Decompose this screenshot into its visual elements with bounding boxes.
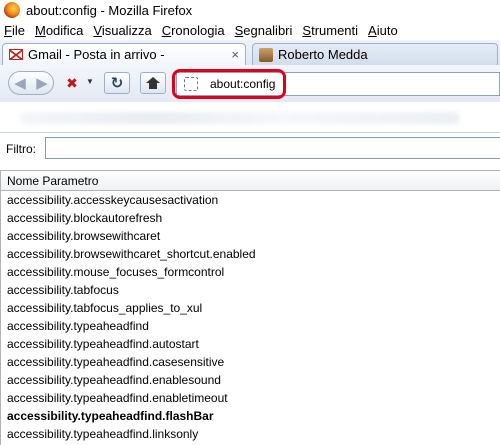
table-row[interactable]: accessibility.accesskeycausesactivation [1, 191, 500, 209]
menu-strumenti[interactable]: Strumenti [302, 23, 358, 38]
menu-modifica[interactable]: Modifica [35, 23, 83, 38]
table-row[interactable]: accessibility.typeaheadfind.enabletimeou… [1, 389, 500, 407]
table-row[interactable]: accessibility.tabfocus [1, 281, 500, 299]
back-arrow-icon[interactable]: ◀ [14, 74, 26, 92]
divider [0, 132, 500, 133]
home-icon [146, 77, 160, 89]
preferences-table: Nome Parametro accessibility.accesskeyca… [0, 170, 500, 445]
firefox-logo-icon [4, 2, 20, 18]
window-title: about:config - Mozilla Firefox [26, 2, 193, 18]
stop-icon: ✖ [66, 74, 78, 91]
menu-visualizza[interactable]: Visualizza [93, 23, 151, 38]
tab-strip: Gmail - Posta in arrivo - × Roberto Medd… [0, 40, 500, 66]
menu-file[interactable]: File [4, 23, 25, 38]
stop-button[interactable]: ✖ [62, 73, 82, 93]
filter-label: Filtro: [6, 142, 36, 156]
home-button[interactable] [140, 72, 166, 94]
close-icon[interactable]: × [231, 47, 239, 62]
table-row[interactable]: accessibility.blockautorefresh [1, 209, 500, 227]
gmail-icon [9, 49, 23, 60]
table-row[interactable]: accessibility.typeaheadfind.autostart [1, 335, 500, 353]
table-row[interactable]: accessibility.typeaheadfind [1, 317, 500, 335]
blurred-bookmarks [20, 112, 460, 124]
table-row[interactable]: accessibility.typeaheadfind.flashBar [1, 407, 500, 425]
tab-gmail[interactable]: Gmail - Posta in arrivo - × [2, 43, 246, 65]
table-row[interactable]: accessibility.tabfocus_applies_to_xul [1, 299, 500, 317]
table-row[interactable]: accessibility.typeaheadfind.casesensitiv… [1, 353, 500, 371]
back-forward-group: ◀ ▶ [8, 71, 54, 95]
menu-aiuto[interactable]: Aiuto [368, 23, 398, 38]
column-header-name[interactable]: Nome Parametro [1, 171, 500, 191]
forward-arrow-icon[interactable]: ▶ [36, 74, 48, 92]
title-bar: about:config - Mozilla Firefox [0, 0, 500, 20]
tab-label: Gmail - Posta in arrivo - [28, 47, 165, 62]
tab-label: Roberto Medda [278, 47, 368, 62]
bookmarks-toolbar [0, 102, 500, 132]
reload-icon: ↻ [110, 75, 124, 92]
table-row[interactable]: accessibility.mouse_focuses_formcontrol [1, 263, 500, 281]
filter-row: Filtro: [0, 137, 500, 161]
tab-roberto-medda[interactable]: Roberto Medda [252, 43, 498, 65]
menu-cronologia[interactable]: Cronologia [162, 23, 225, 38]
menu-bar: File Modifica Visualizza Cronologia Segn… [0, 20, 500, 40]
menu-segnalibri[interactable]: Segnalibri [235, 23, 293, 38]
url-highlight-annotation [172, 69, 286, 99]
table-row[interactable]: accessibility.browsewithcaret_shortcut.e… [1, 245, 500, 263]
table-row[interactable]: accessibility.typeaheadfind.enablesound [1, 371, 500, 389]
filter-input[interactable] [45, 137, 500, 159]
avatar-icon [259, 47, 273, 62]
table-row[interactable]: accessibility.typeaheadfind.linksonly [1, 425, 500, 443]
table-row[interactable]: accessibility.browsewithcaret [1, 227, 500, 245]
reload-button[interactable]: ↻ [104, 72, 130, 94]
chevron-down-icon[interactable]: ▼ [86, 77, 94, 86]
